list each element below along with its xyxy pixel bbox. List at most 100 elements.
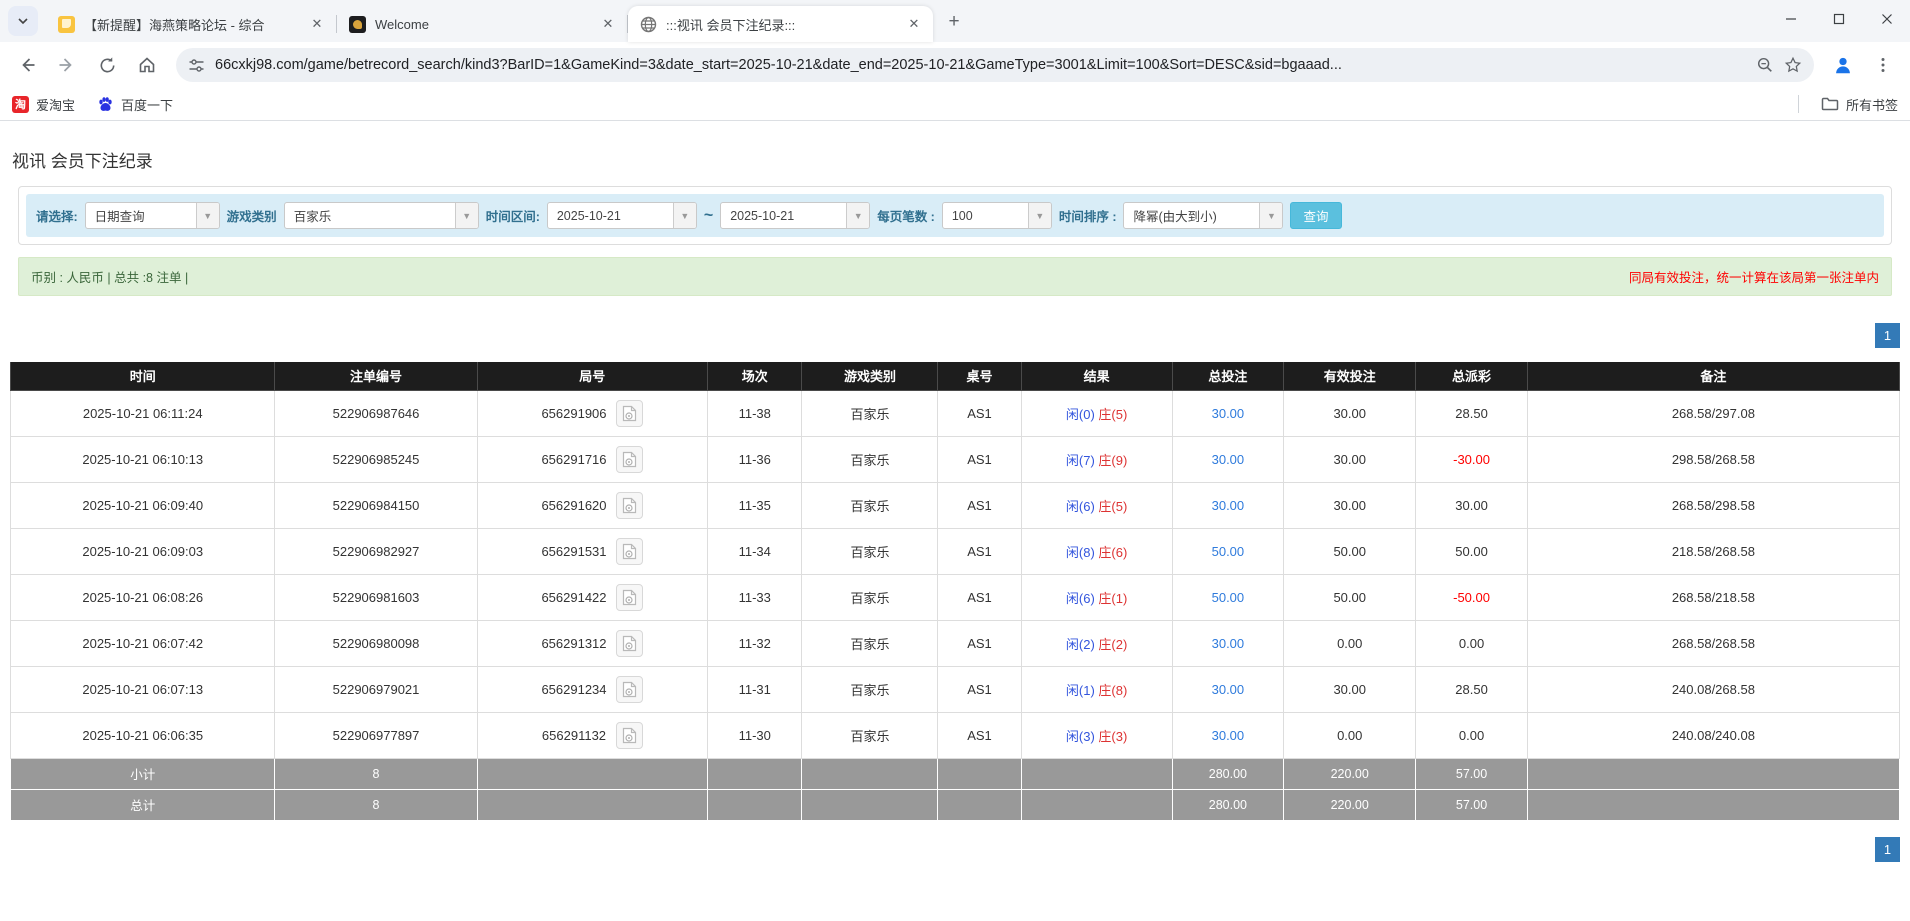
column-header: 有效投注 [1283,362,1417,391]
cell-total-bet[interactable]: 30.00 [1171,435,1285,483]
subtotal-count: 8 [274,757,478,790]
tab-forum[interactable]: 【新提醒】海燕策略论坛 - 综合 ✕ [46,6,336,42]
cell-remark: 268.58/298.58 [1526,481,1901,529]
maximize-button[interactable] [1824,6,1854,32]
query-type-select[interactable]: 日期查询 ▼ [84,202,220,229]
minimize-button[interactable] [1776,6,1806,32]
tab-bet-records-active[interactable]: :::视讯 会员下注纪录::: ✕ [628,6,933,42]
search-button[interactable]: 查询 [1290,202,1342,229]
forward-button[interactable] [50,48,84,82]
cell-round: 656291422 [476,573,709,621]
zoom-icon[interactable] [1756,56,1774,74]
per-page-select[interactable]: 100 ▼ [941,202,1052,229]
cell-total-bet[interactable]: 30.00 [1171,665,1285,713]
cell-result: 闲(3) 庄(3) [1020,711,1173,759]
cell-session: 11-33 [707,573,803,621]
browser-menu-button[interactable] [1866,48,1900,82]
table-row: 2025-10-21 06:06:35 522906977897 656291132… [9,711,1901,759]
close-window-button[interactable] [1872,6,1902,32]
tab-strip: 【新提醒】海燕策略论坛 - 综合 ✕ Welcome ✕ :::视讯 会员下注纪… [0,0,1910,42]
film-document-icon [622,727,636,743]
game-type-select[interactable]: 百家乐 ▼ [283,202,479,229]
cell-time: 2025-10-21 06:09:40 [9,481,276,529]
url-bar[interactable]: 66cxkj98.com/game/betrecord_search/kind3… [176,48,1814,82]
player-result: 闲(6) [1065,498,1095,514]
sort-select[interactable]: 降幂(由大到小) ▼ [1123,202,1284,229]
page-number-button[interactable]: 1 [1875,836,1900,862]
banker-result: 庄(8) [1098,682,1128,698]
chevron-down-icon[interactable]: ▼ [1259,203,1283,228]
cell-game: 百家乐 [801,389,939,437]
video-replay-button[interactable] [616,445,644,473]
window-controls [1776,6,1902,32]
video-replay-button[interactable] [616,399,644,427]
subtotal-label: 小计 [9,757,276,790]
cell-total-bet[interactable]: 30.00 [1171,711,1285,759]
chevron-down-icon [18,18,28,25]
table-row: 2025-10-21 06:08:26 522906981603 656291422… [9,573,1901,621]
bookmark-taobao[interactable]: 淘 爱淘宝 [12,95,75,114]
cell-valid-bet: 0.00 [1283,619,1417,667]
new-tab-button[interactable]: + [939,7,969,37]
tab-close-icon[interactable]: ✕ [905,15,923,33]
back-button[interactable] [10,48,44,82]
cell-total-bet[interactable]: 30.00 [1171,389,1285,437]
video-replay-button[interactable] [615,721,643,749]
folder-icon [1821,97,1839,111]
cell-payout: 28.50 [1415,665,1528,713]
bookmark-baidu[interactable]: 百度一下 [97,95,173,114]
reload-button[interactable] [90,48,124,82]
cell-bet-id: 522906977897 [274,711,478,759]
cell-total-bet[interactable]: 50.00 [1171,573,1285,621]
arrow-right-icon [59,58,72,72]
video-replay-button[interactable] [616,491,644,519]
cell-total-bet[interactable]: 30.00 [1171,481,1285,529]
cell-remark: 218.58/268.58 [1526,527,1901,575]
column-header: 游戏类别 [801,362,939,391]
filter-panel: 请选择: 日期查询 ▼ 游戏类别 百家乐 ▼ 时间区间: 2025-10-21 … [18,186,1892,245]
chevron-down-icon[interactable]: ▼ [454,203,478,228]
column-header: 备注 [1526,362,1901,391]
cell-payout: 0.00 [1415,619,1528,667]
chevron-down-icon[interactable]: ▼ [1027,203,1051,228]
date-end-select[interactable]: 2025-10-21 ▼ [720,202,871,229]
video-replay-button[interactable] [616,675,644,703]
chevron-down-icon[interactable]: ▼ [846,203,870,228]
video-replay-button[interactable] [616,537,644,565]
site-settings-icon[interactable] [188,57,205,74]
cell-game: 百家乐 [801,435,939,483]
banker-result: 庄(2) [1098,636,1128,652]
column-header: 场次 [707,362,803,391]
player-result: 闲(3) [1065,728,1095,744]
player-result: 闲(7) [1065,452,1095,468]
cell-remark: 298.58/268.58 [1526,435,1901,483]
table-row: 2025-10-21 06:11:24 522906987646 656291906… [9,389,1901,437]
cell-total-bet[interactable]: 50.00 [1171,527,1285,575]
profile-avatar[interactable] [1826,48,1860,82]
video-replay-button[interactable] [616,629,644,657]
tab-close-icon[interactable]: ✕ [599,15,617,33]
player-result: 闲(0) [1065,406,1095,422]
url-text[interactable]: 66cxkj98.com/game/betrecord_search/kind3… [215,57,1746,73]
cell-round: 656291620 [476,481,709,529]
home-button[interactable] [130,48,164,82]
forum-favicon-icon [58,15,75,33]
all-bookmarks-button[interactable]: 所有书签 [1821,95,1898,114]
tab-welcome[interactable]: Welcome ✕ [337,6,627,42]
cell-game: 百家乐 [801,573,939,621]
cell-round: 656291716 [476,435,709,483]
cell-bet-id: 522906980098 [274,619,478,667]
bookmark-star-icon[interactable] [1784,56,1802,74]
date-start-select[interactable]: 2025-10-21 ▼ [546,202,697,229]
cell-time: 2025-10-21 06:11:24 [9,389,276,437]
cell-bet-id: 522906987646 [274,389,478,437]
tab-close-icon[interactable]: ✕ [308,15,326,33]
bet-records-table: 时间 注单编号 局号 场次 游戏类别 桌号 结果 总投注 有效投注 总派彩 备注 2025-10-2… [9,362,1901,821]
cell-total-bet[interactable]: 30.00 [1171,619,1285,667]
chevron-down-icon[interactable]: ▼ [672,203,696,228]
page-number-button[interactable]: 1 [1875,323,1900,348]
reload-icon [100,56,114,72]
tab-search-button[interactable] [8,6,38,36]
video-replay-button[interactable] [616,583,644,611]
chevron-down-icon[interactable]: ▼ [195,203,219,228]
